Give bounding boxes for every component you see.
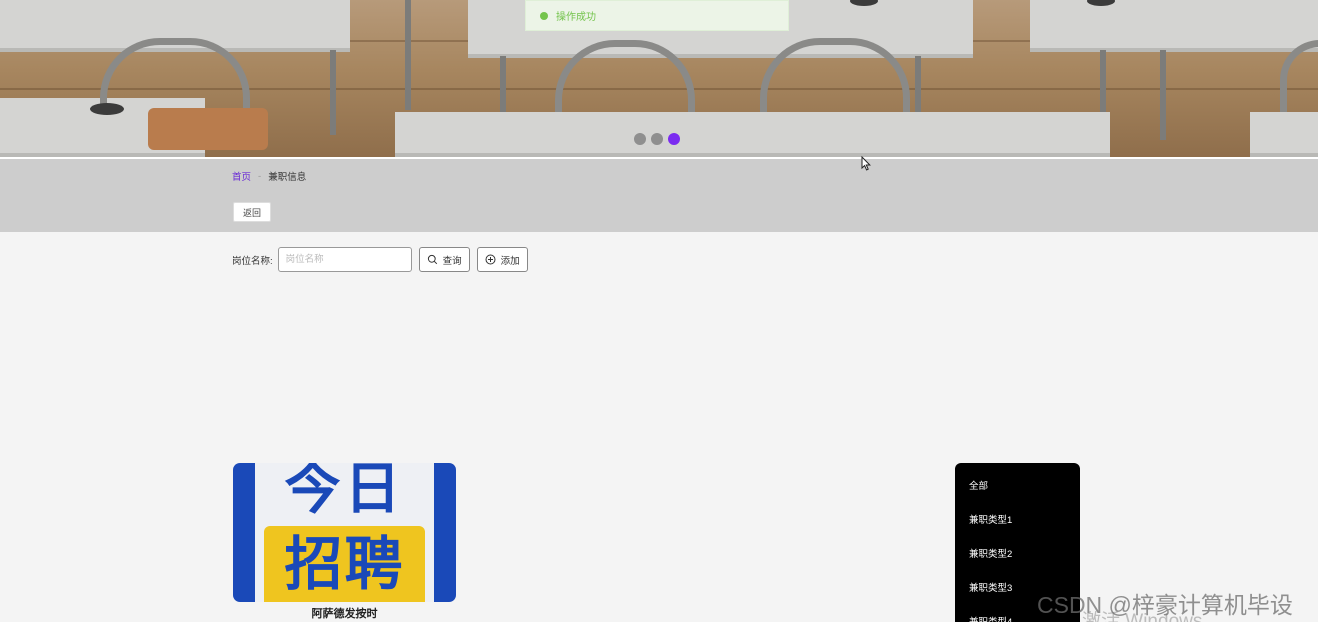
mouse-cursor-icon — [861, 155, 871, 176]
poster-inner: 今日 招聘 — [255, 463, 434, 602]
carousel-indicator-3[interactable] — [668, 133, 680, 145]
desk-leg — [1160, 50, 1166, 140]
desk-grommet — [90, 103, 124, 115]
job-poster-image[interactable]: 今日 招聘 — [233, 463, 456, 602]
banner-carousel[interactable]: 操作成功 — [0, 0, 1318, 157]
job-name-input[interactable] — [277, 247, 412, 272]
search-icon — [427, 254, 438, 265]
category-item-type4[interactable]: 兼职类型4 — [969, 614, 1012, 622]
success-icon — [540, 11, 548, 20]
desk-leg — [330, 50, 336, 135]
category-item-all[interactable]: 全部 — [969, 478, 988, 492]
search-form: 岗位名称: 查询 添加 — [232, 247, 528, 272]
desk — [1030, 0, 1318, 52]
breadcrumb-current: 兼职信息 — [268, 172, 307, 183]
category-item-type1[interactable]: 兼职类型1 — [969, 512, 1012, 526]
desk — [395, 112, 1110, 157]
poster-heading-hiring: 招聘 — [284, 530, 405, 598]
category-item-type2[interactable]: 兼职类型2 — [969, 546, 1012, 560]
breadcrumb: 首页 - 兼职信息 — [232, 169, 307, 184]
add-button[interactable]: 添加 — [476, 247, 528, 272]
desk-leg — [405, 0, 411, 110]
chair-seat — [148, 108, 268, 150]
breadcrumb-separator: - — [258, 170, 262, 182]
plus-circle-icon — [485, 254, 496, 265]
success-toast: 操作成功 — [525, 0, 789, 31]
carousel-indicator-1[interactable] — [634, 133, 646, 145]
query-button[interactable]: 查询 — [418, 247, 470, 272]
poster-heading-today: 今日 — [284, 463, 405, 522]
query-button-label: 查询 — [442, 255, 462, 267]
csdn-watermark: CSDN @梓豪计算机毕设 — [1037, 592, 1293, 618]
add-button-label: 添加 — [500, 255, 520, 267]
back-button[interactable]: 返回 — [233, 202, 271, 222]
category-item-type3[interactable]: 兼职类型3 — [969, 580, 1012, 594]
carousel-indicators — [634, 133, 680, 145]
breadcrumb-home-link[interactable]: 首页 — [232, 169, 251, 183]
carousel-indicator-2[interactable] — [651, 133, 663, 145]
job-name-label: 岗位名称: — [232, 255, 273, 267]
toast-message: 操作成功 — [556, 12, 596, 23]
job-title[interactable]: 阿萨德发按时 — [233, 605, 456, 621]
desk-leg — [500, 56, 506, 116]
breadcrumb-section: 首页 - 兼职信息 返回 — [0, 157, 1318, 232]
desk — [1250, 112, 1318, 157]
desk-leg — [915, 56, 921, 116]
